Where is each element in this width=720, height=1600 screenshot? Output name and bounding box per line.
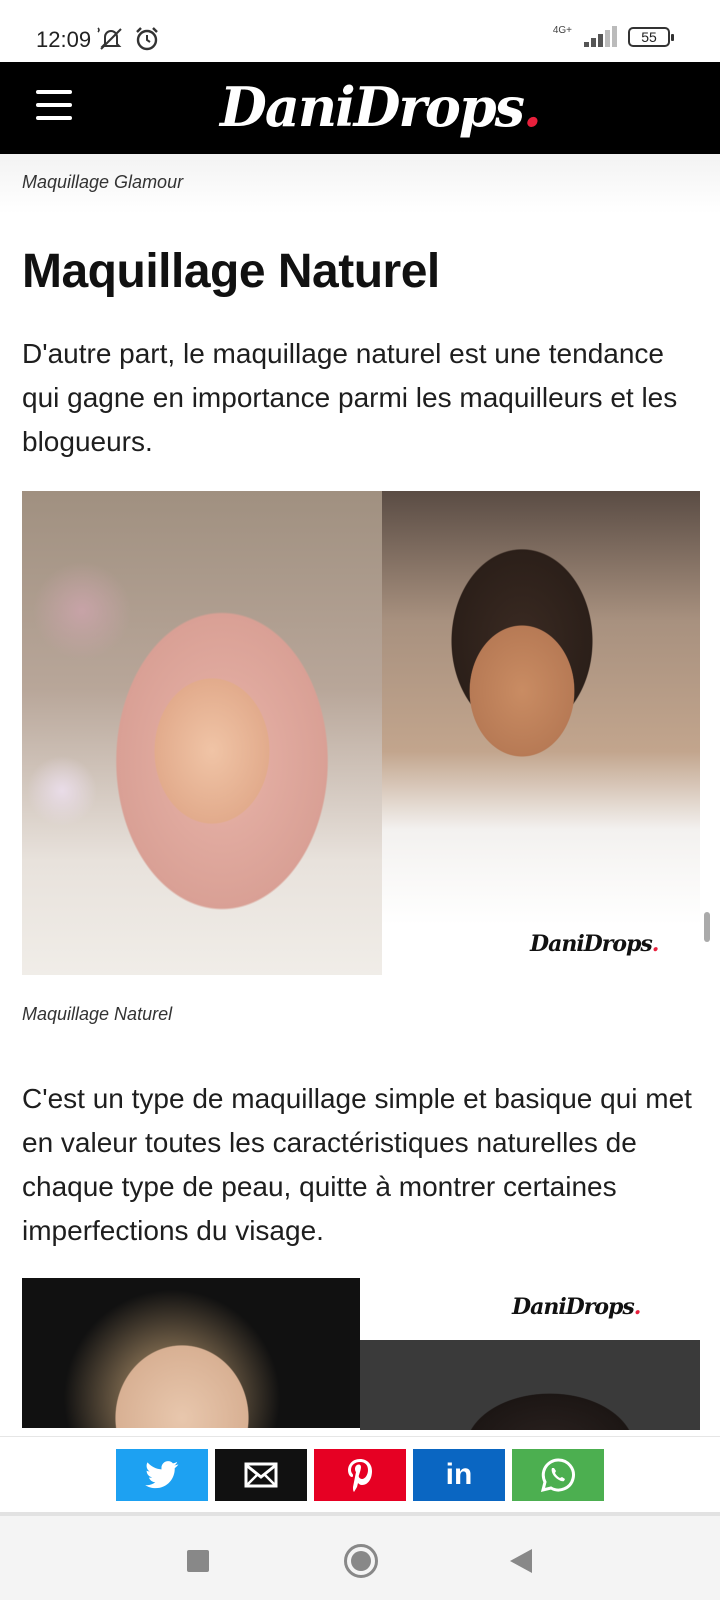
site-header: DaniDrops.: [0, 62, 720, 154]
linkedin-icon: in: [445, 1458, 473, 1491]
paragraph-intro: D'autre part, le maquillage naturel est …: [22, 338, 678, 457]
status-left-icons: [96, 26, 160, 52]
share-linkedin-button[interactable]: in: [413, 1449, 505, 1501]
share-bar: in: [0, 1436, 720, 1512]
photo-woman-dark-hair: [360, 1340, 700, 1430]
photo-woman-blonde: [22, 1278, 360, 1428]
share-twitter-button[interactable]: [116, 1449, 208, 1501]
paragraph-description: C'est un type de maquillage simple et ba…: [22, 1083, 692, 1246]
section-heading: Maquillage Naturel: [22, 245, 440, 298]
system-nav-bar: [0, 1512, 720, 1600]
envelope-icon: [244, 1462, 278, 1488]
battery-icon: 55: [628, 27, 674, 47]
article-image-second: DaniDrops.: [22, 1278, 700, 1438]
status-right-icons: 4G+ 55: [552, 25, 674, 48]
image-caption-natural: Maquillage Naturel: [22, 1004, 173, 1024]
twitter-icon: [145, 1461, 179, 1489]
photo-woman-white-shirt: [382, 491, 700, 925]
article-image-natural: DaniDrops.: [22, 491, 700, 975]
brand-dot: .: [523, 75, 542, 139]
alarm-clock-icon: [136, 27, 158, 51]
image-caption-glamour: Maquillage Glamour: [22, 172, 184, 192]
brand-logo[interactable]: DaniDrops.: [220, 80, 542, 134]
network-type: 4G+: [552, 25, 572, 36]
mute-bell-icon: [97, 27, 122, 50]
back-triangle-icon[interactable]: [510, 1549, 532, 1573]
scroll-indicator[interactable]: [704, 912, 710, 942]
status-bar: 12:09 4G+ 55: [0, 0, 720, 62]
recents-square-icon[interactable]: [187, 1550, 209, 1572]
pinterest-icon: [348, 1459, 372, 1492]
photo-woman-headscarf: [22, 491, 382, 975]
home-circle-icon[interactable]: [344, 1544, 378, 1578]
share-email-button[interactable]: [215, 1449, 307, 1501]
share-whatsapp-button[interactable]: [512, 1449, 604, 1501]
image-watermark-logo-2: DaniDrops.: [512, 1294, 641, 1320]
hamburger-menu-icon[interactable]: [36, 90, 72, 120]
brand-name: DaniDrops: [220, 75, 525, 139]
image-watermark-logo: DaniDrops.: [530, 931, 659, 957]
whatsapp-icon: [540, 1458, 575, 1493]
status-time: 12:09: [36, 27, 92, 52]
signal-icon: [584, 26, 617, 47]
share-pinterest-button[interactable]: [314, 1449, 406, 1501]
